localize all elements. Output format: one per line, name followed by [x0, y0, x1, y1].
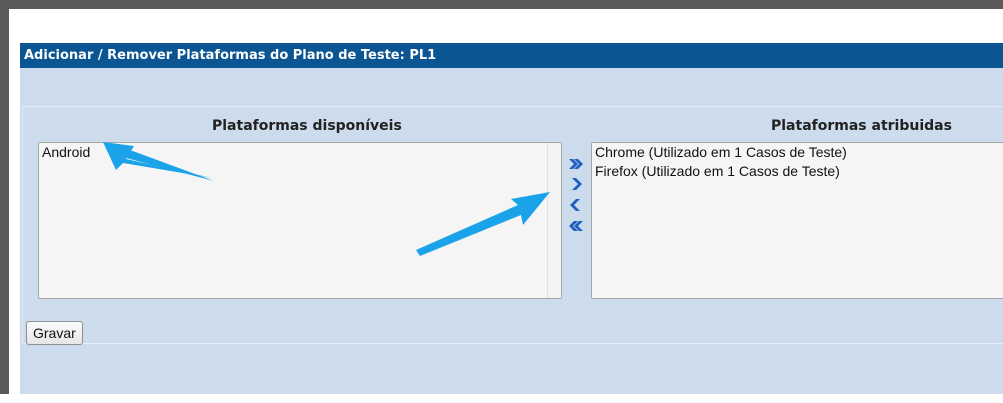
- assigned-platforms-heading: Plataformas atribuidas: [771, 118, 952, 134]
- chevron-right-icon: [572, 178, 582, 190]
- assigned-platform-option[interactable]: Firefox (Utilizado em 1 Casos de Teste): [592, 162, 1003, 181]
- add-selected-button[interactable]: [568, 176, 584, 192]
- page-title: Adicionar / Remover Plataformas do Plano…: [20, 43, 1003, 68]
- assigned-platform-option[interactable]: Chrome (Utilizado em 1 Casos de Teste): [592, 143, 1003, 162]
- remove-all-button[interactable]: [568, 218, 584, 234]
- available-platforms-list[interactable]: Android: [38, 142, 562, 299]
- save-button[interactable]: Gravar: [26, 321, 83, 345]
- double-chevron-left-icon: [569, 221, 583, 231]
- platform-assignment-area: Plataformas disponíveis Plataformas atri…: [20, 68, 1003, 394]
- add-all-button[interactable]: [568, 156, 584, 172]
- available-platforms-heading: Plataformas disponíveis: [212, 118, 402, 134]
- chevron-left-icon: [570, 199, 580, 211]
- page: Adicionar / Remover Plataformas do Plano…: [18, 18, 1003, 394]
- available-list-scrollbar[interactable]: [547, 143, 561, 298]
- available-platform-option[interactable]: Android: [39, 143, 561, 162]
- remove-selected-button[interactable]: [568, 197, 584, 213]
- window-frame: Adicionar / Remover Plataformas do Plano…: [0, 0, 1003, 394]
- double-chevron-right-icon: [569, 159, 583, 169]
- assigned-platforms-list[interactable]: Chrome (Utilizado em 1 Casos de Teste) F…: [591, 142, 1003, 299]
